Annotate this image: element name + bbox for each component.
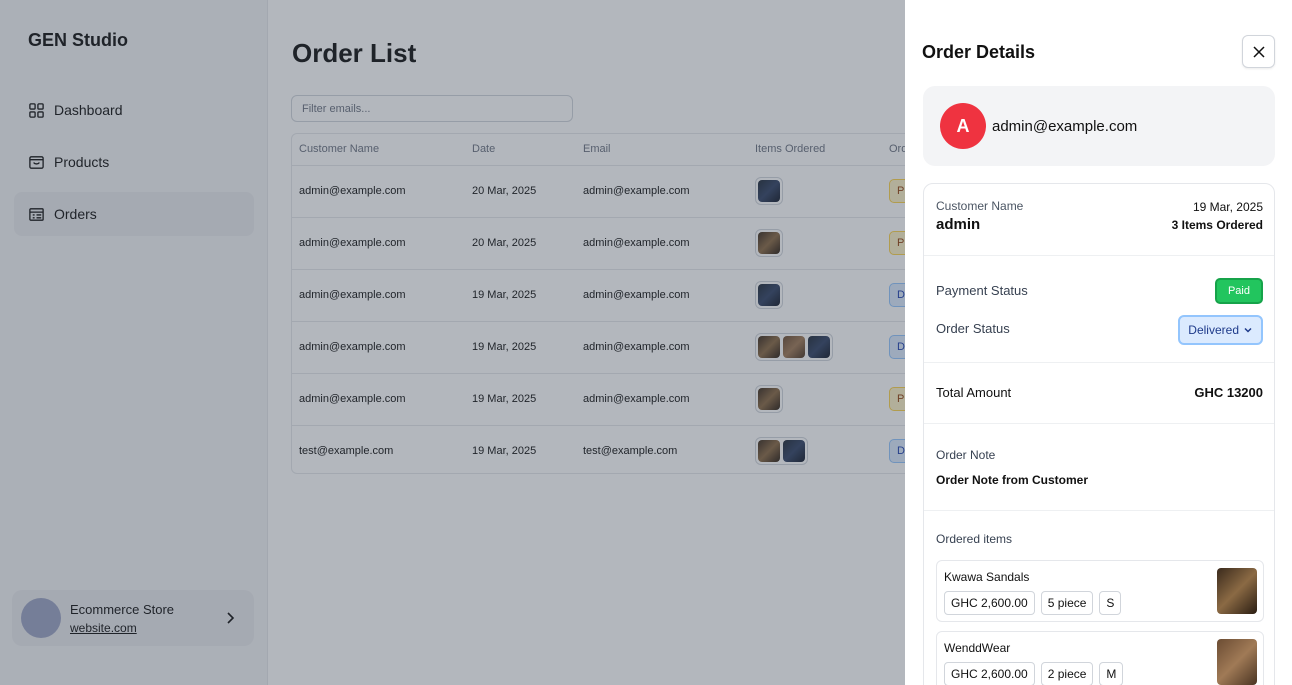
- item-quantity: 2 piece: [1040, 662, 1094, 685]
- close-button[interactable]: [1242, 35, 1275, 68]
- total-section: Total Amount GHC 13200: [924, 363, 1274, 424]
- order-date: 19 Mar, 2025: [1192, 200, 1263, 214]
- customer-email: admin@example.com: [992, 117, 1138, 135]
- order-info-card: Customer Name admin 19 Mar, 2025 3 Items…: [923, 183, 1275, 685]
- items-ordered-count: 3 Items Ordered: [1171, 218, 1263, 232]
- chevron-down-icon: [1244, 327, 1252, 333]
- item-name: WenddWear: [944, 641, 1011, 655]
- order-status-value: Delivered: [1188, 323, 1239, 337]
- note-section: Order Note Order Note from Customer: [924, 424, 1274, 511]
- total-amount-label: Total Amount: [936, 385, 1012, 400]
- item-price: GHC 2,600.00: [944, 662, 1035, 685]
- item-quantity: 5 piece: [1040, 591, 1094, 615]
- order-status-select[interactable]: Delivered: [1178, 315, 1263, 345]
- customer-avatar: A: [940, 103, 986, 149]
- close-icon: [1252, 45, 1265, 58]
- item-image: [1217, 639, 1257, 685]
- item-size: S: [1099, 591, 1122, 615]
- ordered-items-label: Ordered items: [936, 532, 1013, 546]
- drawer-title: Order Details: [922, 42, 1036, 62]
- order-note-value: Order Note from Customer: [936, 473, 1089, 487]
- item-price: GHC 2,600.00: [944, 591, 1035, 615]
- payment-status-label: Payment Status: [936, 283, 1028, 298]
- ordered-item: Kwawa Sandals GHC 2,600.00 5 piece S: [936, 560, 1264, 622]
- customer-name-label: Customer Name: [936, 199, 1024, 213]
- item-image: [1217, 568, 1257, 614]
- item-name: Kwawa Sandals: [944, 570, 1030, 584]
- status-section: Payment Status Paid Order Status Deliver…: [924, 256, 1274, 363]
- ordered-item: WenddWear GHC 2,600.00 2 piece M: [936, 631, 1264, 685]
- item-size: M: [1099, 662, 1124, 685]
- customer-name: admin: [936, 216, 981, 233]
- total-amount-value: GHC 13200: [1194, 385, 1263, 400]
- order-details-drawer: Order Details A admin@example.com Custom…: [905, 0, 1292, 685]
- order-note-label: Order Note: [936, 448, 996, 462]
- payment-status-badge: Paid: [1214, 278, 1263, 304]
- modal-overlay[interactable]: [0, 0, 905, 685]
- customer-section: Customer Name admin 19 Mar, 2025 3 Items…: [924, 184, 1274, 256]
- customer-card: A admin@example.com: [923, 86, 1275, 166]
- order-status-label: Order Status: [936, 321, 1010, 336]
